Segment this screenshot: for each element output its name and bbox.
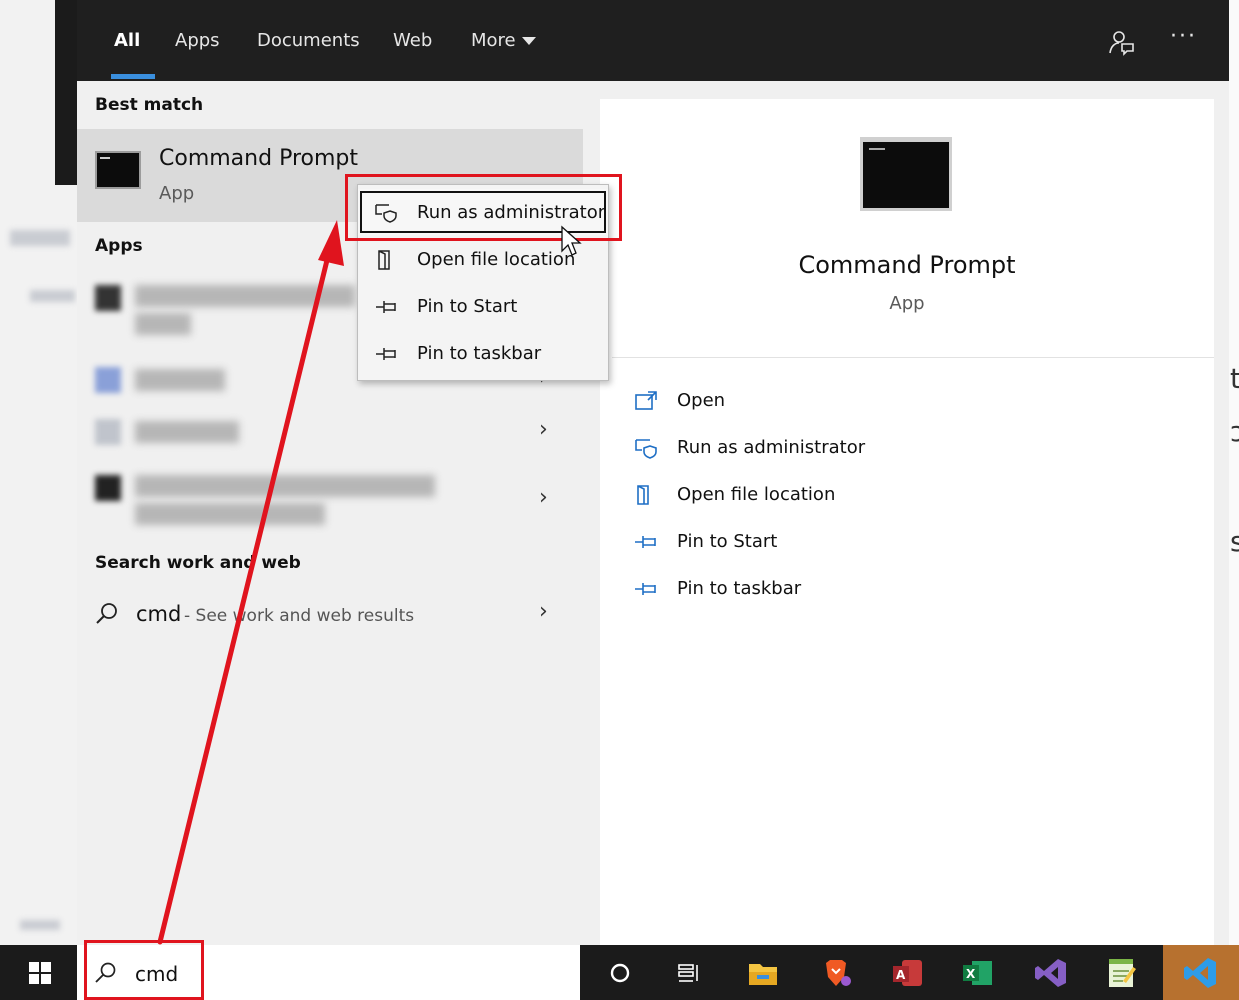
annotation-arrow-icon [157,220,344,945]
mouse-cursor-icon [561,225,582,256]
